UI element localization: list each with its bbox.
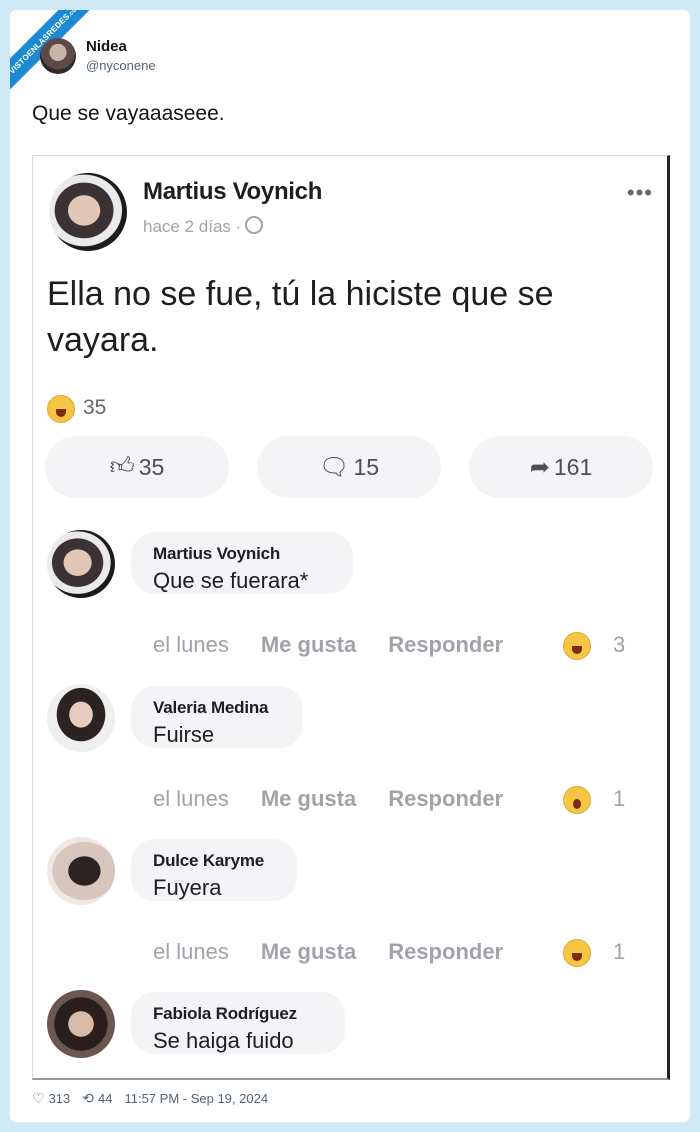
comment-bubble: Valeria Medina Fuirse (131, 686, 303, 748)
comment-avatar[interactable] (47, 837, 115, 905)
comment-avatar[interactable] (47, 530, 115, 598)
tweet-author-avatar[interactable] (40, 38, 76, 74)
comment-reaction-count[interactable]: 3 (613, 632, 625, 658)
haha-reaction-icon (563, 939, 591, 967)
comment-bubble: Dulce Karyme Fuyera (131, 839, 297, 901)
comment-author[interactable]: Martius Voynich (153, 544, 331, 564)
comment-reply-button[interactable]: Responder (388, 939, 503, 964)
heart-icon: ♡ (32, 1090, 45, 1106)
haha-reaction-icon (47, 395, 75, 423)
comment-text: Que se fuerara* (153, 568, 309, 593)
comment-author[interactable]: Valeria Medina (153, 698, 281, 718)
comment-count: 15 (353, 453, 380, 480)
comment-time[interactable]: el lunes (153, 632, 229, 657)
like-button[interactable]: 👍︎ 35 (45, 436, 229, 498)
comment-reply-button[interactable]: Responder (388, 786, 503, 811)
tweet-text: Que se vayaaaseee. (32, 102, 225, 125)
comment-like-button[interactable]: Me gusta (261, 632, 356, 657)
embedded-facebook-post: Martius Voynich hace 2 días · ••• Ella n… (32, 155, 670, 1080)
comment-bubble: Fabiola Rodríguez Se haiga fuido (131, 992, 345, 1054)
reaction-count[interactable]: 35 (83, 396, 106, 420)
comment-button[interactable]: 🗨︎ 15 (257, 436, 441, 498)
like-count: 35 (138, 453, 165, 480)
post-author-avatar[interactable] (49, 173, 127, 251)
thumbs-up-icon: 👍︎ (109, 453, 135, 480)
comment-time[interactable]: el lunes (153, 939, 229, 964)
tweet-retweets[interactable]: ⟲ 44 (82, 1090, 112, 1107)
post-meta: hace 2 días · (143, 216, 264, 237)
tweet-likes[interactable]: ♡ 313 (32, 1090, 70, 1107)
likes-count: 313 (48, 1091, 71, 1106)
comment-avatar[interactable] (47, 990, 115, 1058)
share-button[interactable]: ➦ 161 (469, 436, 653, 498)
comment-icon: 🗨︎ (318, 453, 350, 481)
post-time: hace 2 días · (143, 217, 242, 236)
comment-like-button[interactable]: Me gusta (261, 939, 356, 964)
watermark-suffix: .com (67, 10, 82, 19)
comment-reply-button[interactable]: Responder (388, 632, 503, 657)
comment-like-button[interactable]: Me gusta (261, 786, 356, 811)
share-count: 161 (553, 453, 593, 480)
haha-reaction-icon (563, 632, 591, 660)
tweet-card: VISTOENLASREDES.com Nidea @nyconene Que … (10, 10, 690, 1122)
tweet-author-name[interactable]: Nidea (86, 38, 127, 55)
comment-author[interactable]: Dulce Karyme (153, 851, 275, 871)
more-options-icon[interactable]: ••• (627, 180, 653, 206)
comment-author[interactable]: Fabiola Rodríguez (153, 1004, 323, 1024)
comment-reaction-count[interactable]: 1 (613, 939, 625, 965)
retweet-icon: ⟲ (82, 1090, 94, 1106)
wow-reaction-icon (563, 786, 591, 814)
comment-actions: el lunes Me gusta Responder (153, 786, 535, 812)
comment-text: Fuyera (153, 875, 222, 900)
post-text: Ella no se fue, tú la hiciste que se vay… (47, 275, 554, 359)
comment-text: Se haiga fuido (153, 1028, 294, 1053)
tweet-timestamp[interactable]: 11:57 PM - Sep 19, 2024 (124, 1091, 268, 1106)
comment-avatar[interactable] (47, 684, 115, 752)
tweet-author-handle[interactable]: @nyconene (86, 58, 156, 73)
retweets-count: 44 (98, 1091, 113, 1106)
tweet-footer: ♡ 313 ⟲ 44 11:57 PM - Sep 19, 2024 (32, 1090, 268, 1107)
share-icon: ➦ (529, 453, 550, 481)
comment-actions: el lunes Me gusta Responder (153, 939, 535, 965)
comment-actions: el lunes Me gusta Responder (153, 632, 535, 658)
comment-reaction-count[interactable]: 1 (613, 786, 625, 812)
comment-bubble: Martius Voynich Que se fuerara* (131, 532, 353, 594)
comment-time[interactable]: el lunes (153, 786, 229, 811)
globe-icon (245, 216, 264, 234)
post-author-name[interactable]: Martius Voynich (143, 178, 322, 206)
comment-text: Fuirse (153, 722, 215, 747)
